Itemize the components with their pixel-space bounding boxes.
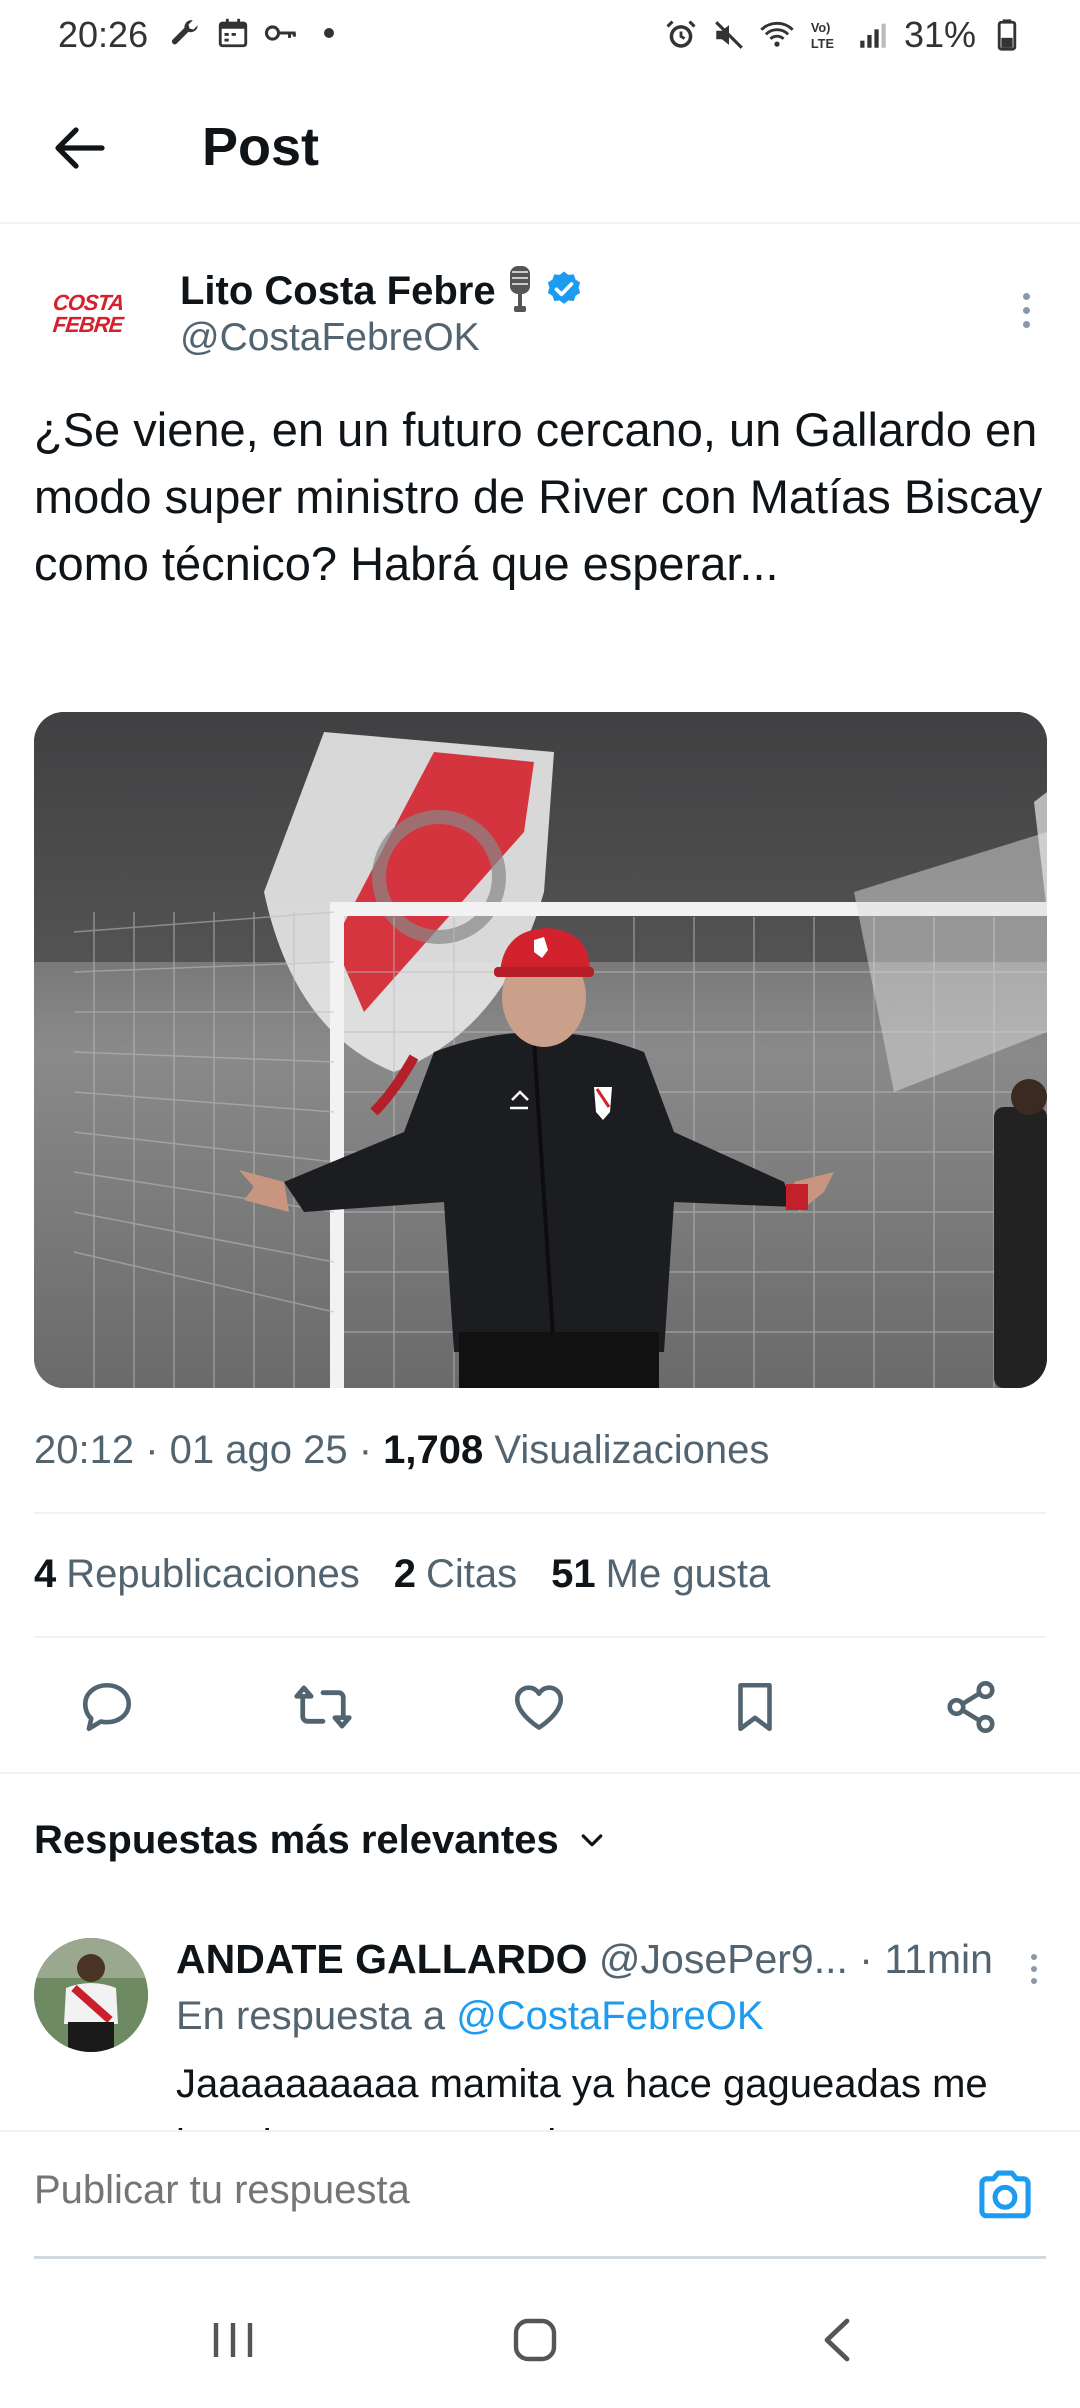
reply-composer	[0, 2130, 1080, 2259]
wifi-icon	[760, 18, 794, 52]
reply-button[interactable]	[74, 1674, 140, 1740]
replies-sort-dropdown[interactable]: Respuestas más relevantes	[34, 1818, 607, 1863]
recent-apps-button[interactable]	[188, 2300, 278, 2380]
divider	[0, 1772, 1080, 1774]
reply-item[interactable]: ANDATE GALLARDO @JosePer9... · 11min En …	[0, 1930, 1080, 2130]
composer-underline	[34, 2256, 1046, 2259]
divider	[34, 1512, 1046, 1514]
microphone-icon	[506, 264, 534, 319]
alarm-icon	[664, 18, 698, 52]
system-nav-bar	[0, 2270, 1080, 2408]
replies-sort-label: Respuestas más relevantes	[34, 1818, 559, 1862]
battery-percent: 31%	[903, 14, 976, 55]
chevron-down-icon	[581, 1833, 603, 1846]
post-header: COSTA FEBRE Lito Costa Febre @CostaFebre…	[0, 250, 1080, 380]
share-icon	[947, 1681, 995, 1733]
status-time: 20:26	[58, 14, 149, 55]
recent-apps-icon	[213, 2323, 253, 2357]
page-title: Post	[202, 117, 320, 177]
reply-time: · 11min	[847, 1936, 993, 1982]
repost-icon	[294, 1685, 352, 1729]
bookmark-icon	[738, 1682, 772, 1732]
quotes-stat[interactable]: 2 Citas	[394, 1552, 517, 1597]
verified-badge-icon	[544, 269, 584, 314]
volte-icon: Vo) LTE	[808, 18, 842, 52]
camera-button[interactable]	[970, 2160, 1040, 2230]
author-handle[interactable]: @CostaFebreOK	[180, 316, 480, 360]
more-options-button[interactable]	[1006, 280, 1046, 340]
key-icon	[264, 16, 298, 50]
home-icon	[513, 2318, 557, 2362]
reply-author-handle[interactable]: @JosePer9...	[599, 1936, 848, 1982]
svg-text:Vo): Vo)	[811, 20, 831, 35]
post-text: ¿Se viene, en un futuro cercano, un Gall…	[34, 403, 1043, 590]
bookmark-button[interactable]	[722, 1674, 788, 1740]
divider	[34, 1636, 1046, 1638]
post-actions	[0, 1664, 1080, 1750]
svg-text:LTE: LTE	[811, 36, 834, 51]
views-label[interactable]: Visualizaciones	[494, 1428, 769, 1472]
home-button[interactable]	[490, 2300, 580, 2380]
dot-icon	[312, 16, 346, 50]
chevron-left-icon	[824, 2318, 850, 2362]
reply-to-handle-link[interactable]: @CostaFebreOK	[456, 1994, 763, 2038]
nav-back-button[interactable]	[792, 2300, 882, 2380]
arrow-left-icon	[55, 127, 105, 169]
camera-icon	[979, 2170, 1031, 2219]
reply-author-name[interactable]: ANDATE GALLARDO	[176, 1936, 587, 1982]
mute-icon	[712, 18, 746, 52]
wrench-icon	[168, 16, 202, 50]
views-count: 1,708	[383, 1428, 484, 1472]
like-button[interactable]	[506, 1674, 572, 1740]
reply-avatar[interactable]	[34, 1938, 148, 2052]
calendar-icon	[216, 16, 250, 50]
back-button[interactable]	[40, 108, 120, 188]
author-avatar[interactable]: COSTA FEBRE	[36, 262, 140, 366]
signal-icon	[856, 18, 890, 52]
repost-button[interactable]	[290, 1674, 356, 1740]
post-stats: 4 Republicaciones 2 Citas 51 Me gusta	[34, 1552, 770, 1597]
status-bar: 20:26 Vo) LTE 31%	[0, 0, 1080, 72]
heart-icon	[514, 1685, 564, 1730]
likes-stat[interactable]: 51 Me gusta	[551, 1552, 770, 1597]
reply-input[interactable]	[34, 2168, 934, 2213]
reply-to-line: En respuesta a @CostaFebreOK	[176, 1994, 764, 2038]
post-timestamp: 20:12 · 01 ago 25 ·	[34, 1428, 384, 1472]
reply-icon	[82, 1682, 132, 1732]
share-button[interactable]	[938, 1674, 1004, 1740]
reply-more-options-button[interactable]	[1024, 1954, 1044, 1994]
top-app-bar: Post	[0, 72, 1080, 224]
post-image[interactable]	[34, 712, 1047, 1388]
author-name[interactable]: Lito Costa Febre	[180, 269, 496, 314]
post-meta: 20:12 · 01 ago 25 · 1,708 Visualizacione…	[34, 1428, 769, 1473]
battery-icon	[990, 18, 1024, 52]
reply-text: Jaaaaaaaaaa mamita ya hace gagueadas me …	[176, 2062, 988, 2130]
reposts-stat[interactable]: 4 Republicaciones	[34, 1552, 360, 1597]
